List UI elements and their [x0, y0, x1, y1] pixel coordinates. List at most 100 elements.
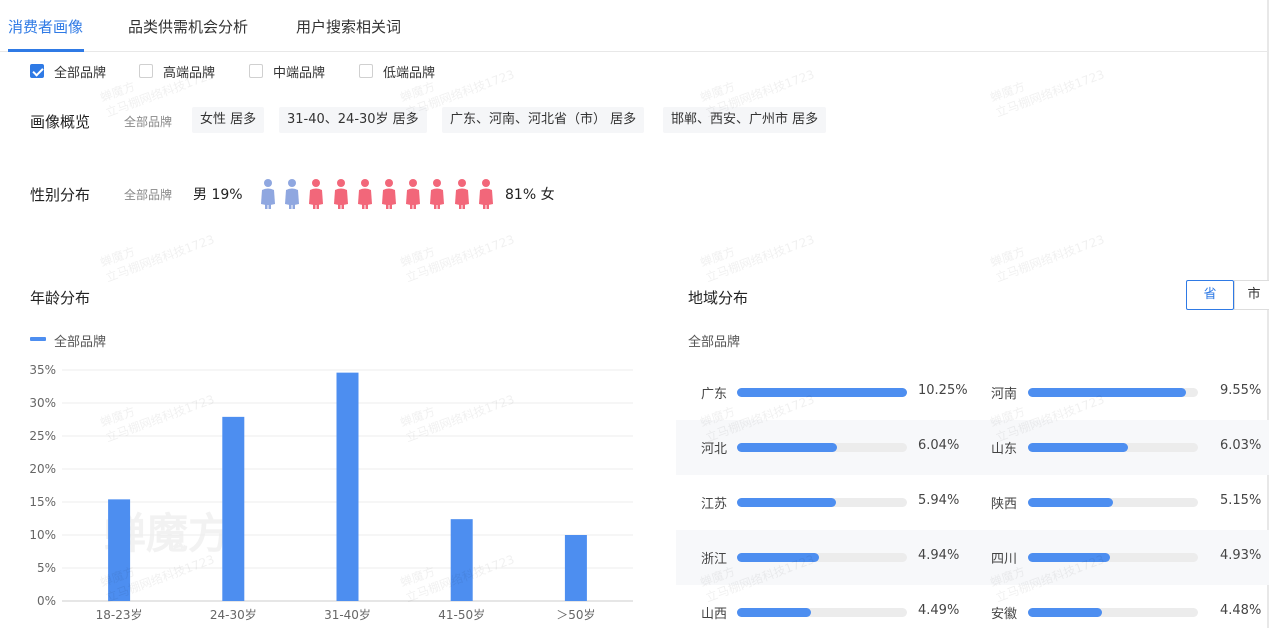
gender-title: 性别分布 [30, 186, 91, 204]
y-tick-label: 20% [29, 462, 56, 476]
region-bar-track [737, 608, 907, 617]
region-bar-fill [1028, 498, 1114, 507]
region-value: 5.94% [918, 493, 960, 508]
region-value: 4.49% [918, 603, 960, 618]
filter-mid-end-brands[interactable]: 中端品牌 [249, 62, 326, 81]
checkbox-icon[interactable] [139, 64, 153, 78]
region-bar-track [1028, 553, 1198, 562]
y-tick-label: 5% [37, 561, 56, 575]
checkbox-icon[interactable] [359, 64, 373, 78]
gender-brand-label: 全部品牌 [124, 188, 173, 202]
checkbox-checked-icon[interactable] [30, 64, 44, 78]
overview-brand-label: 全部品牌 [124, 115, 173, 129]
x-tick-label: 18-23岁 [96, 607, 143, 622]
consumer-portrait-page: 消费者画像 品类供需机会分析 用户搜索相关词 全部品牌 高端品牌 中端品牌 低端… [0, 0, 1269, 628]
region-title: 地域分布 [688, 289, 749, 307]
tab-bar: 消费者画像 品类供需机会分析 用户搜索相关词 [0, 0, 1269, 52]
y-tick-label: 0% [37, 594, 56, 608]
female-person-icon [380, 179, 398, 209]
male-person-icon [283, 179, 301, 209]
region-name: 广东 [701, 387, 728, 402]
region-name: 山西 [701, 607, 728, 622]
region-bar-fill [737, 388, 907, 397]
age-bar [108, 499, 131, 601]
region-bar-fill [1028, 553, 1110, 562]
active-tab-underline [8, 49, 84, 52]
male-person-icon [259, 179, 277, 209]
region-brand-label: 全部品牌 [688, 335, 741, 350]
watermark-text: 蝉魔方立马棚网络科技1723 [98, 232, 217, 285]
region-value: 6.04% [918, 438, 960, 453]
region-value: 5.15% [1220, 493, 1262, 508]
region-bar-track [737, 388, 907, 397]
overview-title: 画像概览 [30, 113, 91, 131]
region-bar-track [1028, 443, 1198, 452]
legend-swatch [30, 337, 46, 341]
overview-chip-gender: 女性 居多 [192, 107, 265, 133]
filter-label: 低端品牌 [383, 65, 436, 81]
toggle-province-button[interactable]: 省 [1186, 280, 1234, 310]
female-person-icon [332, 179, 350, 209]
watermark-text: 蝉魔方立马棚网络科技1723 [398, 232, 517, 285]
region-bar-fill [737, 498, 836, 507]
region-bar-fill [737, 553, 819, 562]
overview-chip-province: 广东、河南、河北省（市） 居多 [442, 107, 645, 133]
filter-high-end-brands[interactable]: 高端品牌 [139, 62, 216, 81]
female-person-icon [404, 179, 422, 209]
toggle-city-button[interactable]: 市 [1234, 280, 1269, 310]
region-value: 10.25% [918, 383, 968, 398]
age-bar [336, 372, 359, 601]
female-person-icon [453, 179, 471, 209]
overview-chip-age: 31-40、24-30岁 居多 [279, 107, 427, 133]
filter-all-brands[interactable]: 全部品牌 [30, 62, 106, 81]
region-value: 9.55% [1220, 383, 1262, 398]
tab-search-related-words[interactable]: 用户搜索相关词 [296, 16, 401, 37]
region-name: 陕西 [991, 497, 1018, 512]
region-value: 4.48% [1220, 603, 1262, 618]
female-percentage: 81% 女 [505, 187, 555, 203]
region-name: 江苏 [701, 497, 728, 512]
filter-label: 中端品牌 [273, 65, 326, 81]
tab-consumer-portrait[interactable]: 消费者画像 [8, 16, 83, 37]
region-bar-fill [1028, 443, 1128, 452]
region-name: 安徽 [991, 607, 1018, 622]
region-bar-track [1028, 608, 1198, 617]
region-name: 河南 [991, 387, 1018, 402]
y-tick-label: 10% [29, 528, 56, 542]
checkbox-icon[interactable] [249, 64, 263, 78]
region-bar-track [737, 553, 907, 562]
tab-category-supply-demand[interactable]: 品类供需机会分析 [128, 16, 248, 37]
female-person-icon [307, 179, 325, 209]
watermark-text: 蝉魔方立马棚网络科技1723 [988, 67, 1107, 120]
region-value: 4.94% [918, 548, 960, 563]
region-bar-fill [737, 608, 812, 617]
female-person-icon [477, 179, 495, 209]
watermark-text: 蝉魔方立马棚网络科技1723 [698, 232, 817, 285]
y-tick-label: 25% [29, 429, 56, 443]
female-person-icon [428, 179, 446, 209]
age-title: 年龄分布 [30, 289, 91, 307]
age-bar [222, 416, 245, 601]
filter-low-end-brands[interactable]: 低端品牌 [359, 62, 436, 81]
region-value: 6.03% [1220, 438, 1262, 453]
age-bar [564, 535, 587, 601]
female-person-icon [356, 179, 374, 209]
region-bar-fill [1028, 608, 1103, 617]
region-bar-track [737, 498, 907, 507]
region-name: 浙江 [701, 552, 728, 567]
overview-chip-city: 邯郸、西安、广州市 居多 [663, 107, 827, 133]
age-bar-chart: 0% 5% 10% 15% 20% 25% 30% 35% 18-23岁 24-30岁 31-40岁… [29, 363, 633, 622]
y-tick-label: 15% [29, 495, 56, 509]
filter-label: 高端品牌 [163, 65, 216, 81]
region-name: 河北 [701, 442, 728, 457]
watermark-text: 蝉魔方立马棚网络科技1723 [988, 232, 1107, 285]
male-percentage: 男 19% [193, 187, 243, 203]
region-value: 4.93% [1220, 548, 1262, 563]
age-bar [450, 519, 473, 601]
region-bar-track [1028, 388, 1198, 397]
legend-label: 全部品牌 [54, 335, 107, 350]
region-bar-track [1028, 498, 1198, 507]
region-bar-fill [737, 443, 838, 452]
y-tick-label: 35% [29, 363, 56, 377]
region-bar-fill [1028, 388, 1187, 397]
